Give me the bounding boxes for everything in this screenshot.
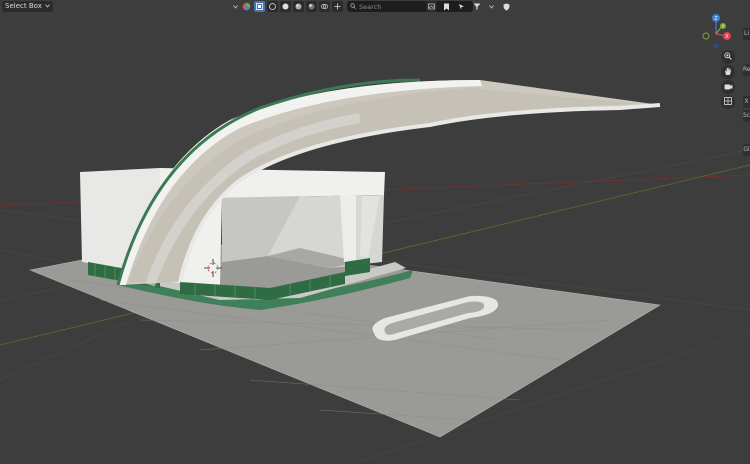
shield-icon[interactable] [501, 1, 512, 12]
select-mode-dropdown[interactable]: Select Box [2, 1, 53, 12]
y-axis-label: Y [721, 24, 725, 30]
pan-button[interactable] [721, 65, 735, 79]
grid-icon [724, 97, 732, 107]
n-panel-strip: Li Re X Sc Gl [742, 14, 750, 462]
selection-mode-icon[interactable] [254, 1, 265, 12]
header-right-tools [426, 1, 512, 12]
sidebar-tab-3[interactable]: Sc [743, 110, 750, 122]
perspective-toggle-button[interactable] [721, 95, 735, 109]
navigation-gizmo[interactable]: Z X Y [702, 14, 731, 49]
magnifier-plus-icon [724, 52, 732, 62]
zoom-button[interactable] [721, 50, 735, 64]
select-mode-label: Select Box [5, 2, 42, 10]
viewport-header: Select Box [0, 0, 750, 13]
3d-viewport[interactable]: Z X Y Select Box Search Li Re X Sc Gl [0, 0, 750, 463]
sidebar-tab-1[interactable]: Li [743, 28, 750, 40]
x-axis-label: X [725, 34, 729, 40]
neg-z-axis-handle [713, 43, 719, 49]
sidebar-tab-4[interactable]: Gl [743, 144, 750, 156]
rendered-shading-icon[interactable] [306, 1, 317, 12]
color-picker-icon[interactable] [241, 1, 252, 12]
hand-icon [724, 67, 732, 78]
arrow-icon[interactable] [456, 1, 467, 12]
chevron-down-icon[interactable] [233, 4, 239, 9]
sidebar-close-button[interactable]: X [743, 96, 750, 108]
camera-view-button[interactable] [721, 80, 735, 94]
view-layer-icon[interactable] [426, 1, 437, 12]
sidebar-tab-2[interactable]: Re [743, 64, 750, 76]
wireframe-shading-icon[interactable] [267, 1, 278, 12]
material-shading-icon[interactable] [293, 1, 304, 12]
filter-icon[interactable] [471, 1, 482, 12]
search-icon [350, 2, 356, 11]
bookmark-icon[interactable] [441, 1, 452, 12]
gizmo-toggle-icon[interactable] [332, 1, 343, 12]
chevron-down-icon [45, 1, 50, 12]
overlay-icon[interactable] [319, 1, 330, 12]
solid-shading-icon[interactable] [280, 1, 291, 12]
z-axis-label: Z [714, 16, 718, 22]
viewport-scene: Z X Y [0, 14, 750, 463]
camera-icon [724, 83, 733, 92]
neg-y-axis-handle [702, 32, 710, 40]
chevron-down-icon[interactable] [486, 1, 497, 12]
